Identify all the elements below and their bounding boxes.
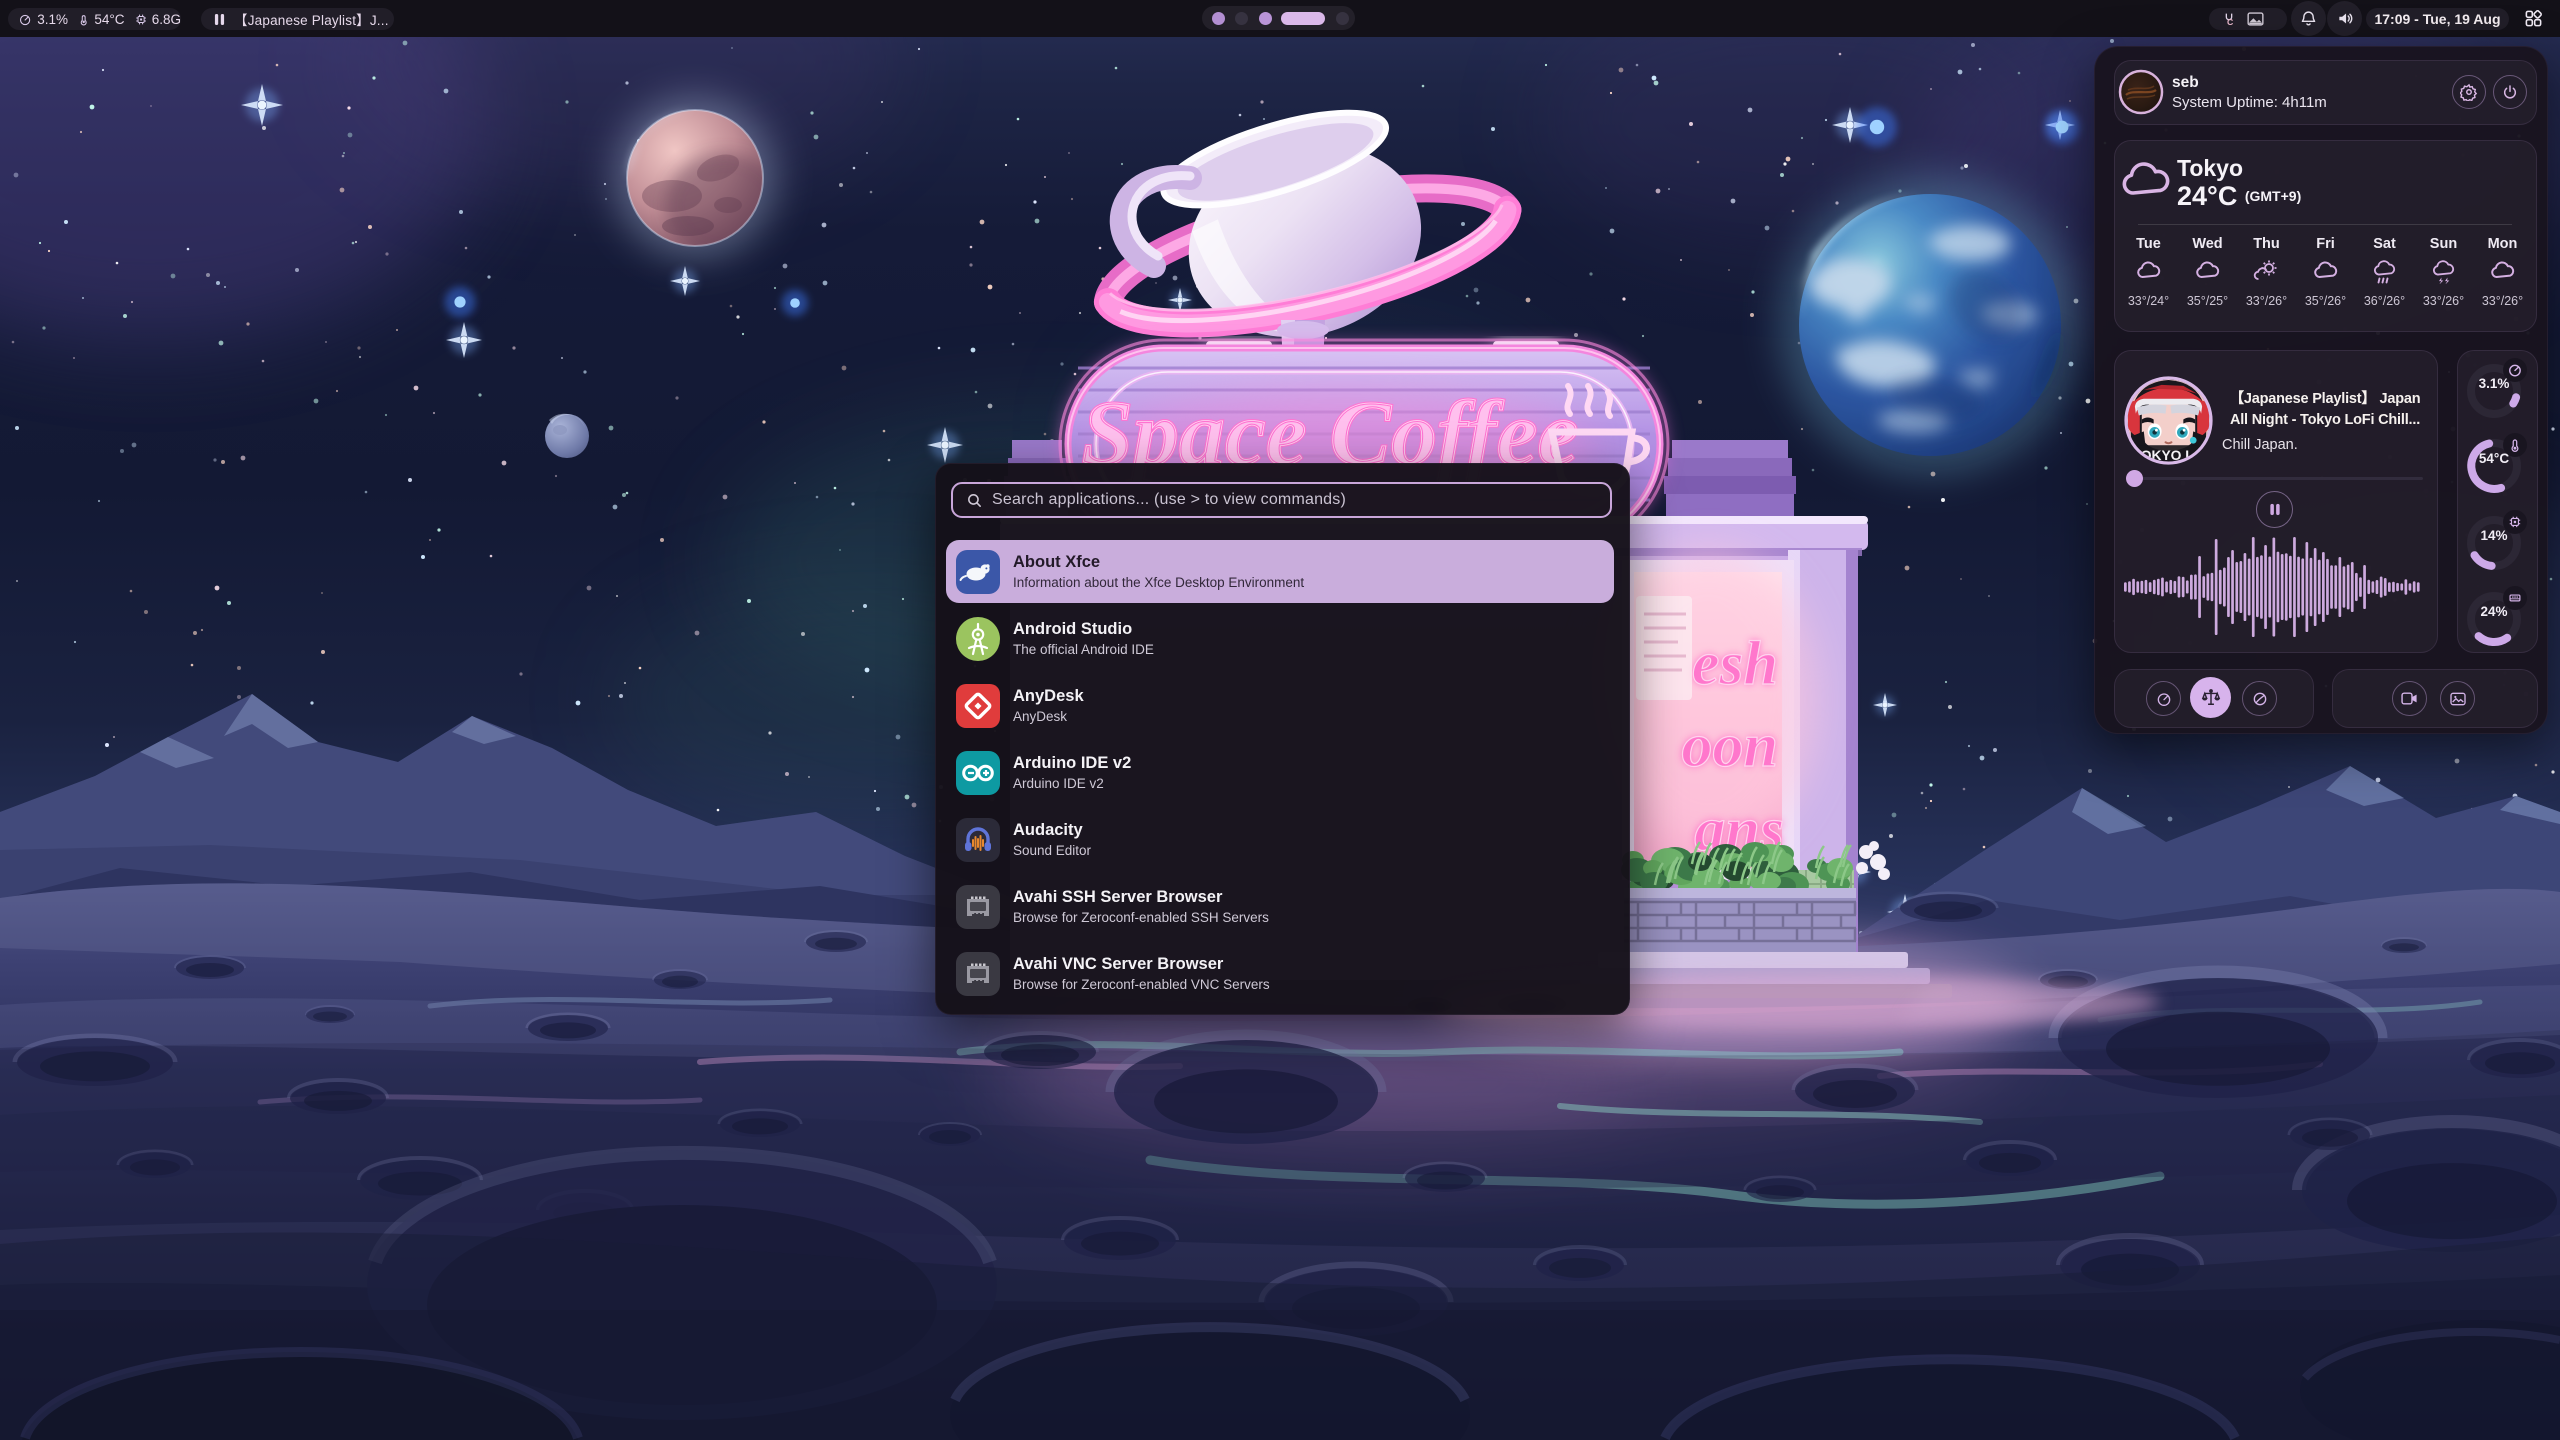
svg-text:54°C: 54°C <box>2479 451 2509 466</box>
svg-text:14%: 14% <box>2480 528 2507 543</box>
svg-text:24%: 24% <box>2480 604 2507 619</box>
svg-text:3.1%: 3.1% <box>2479 376 2510 391</box>
